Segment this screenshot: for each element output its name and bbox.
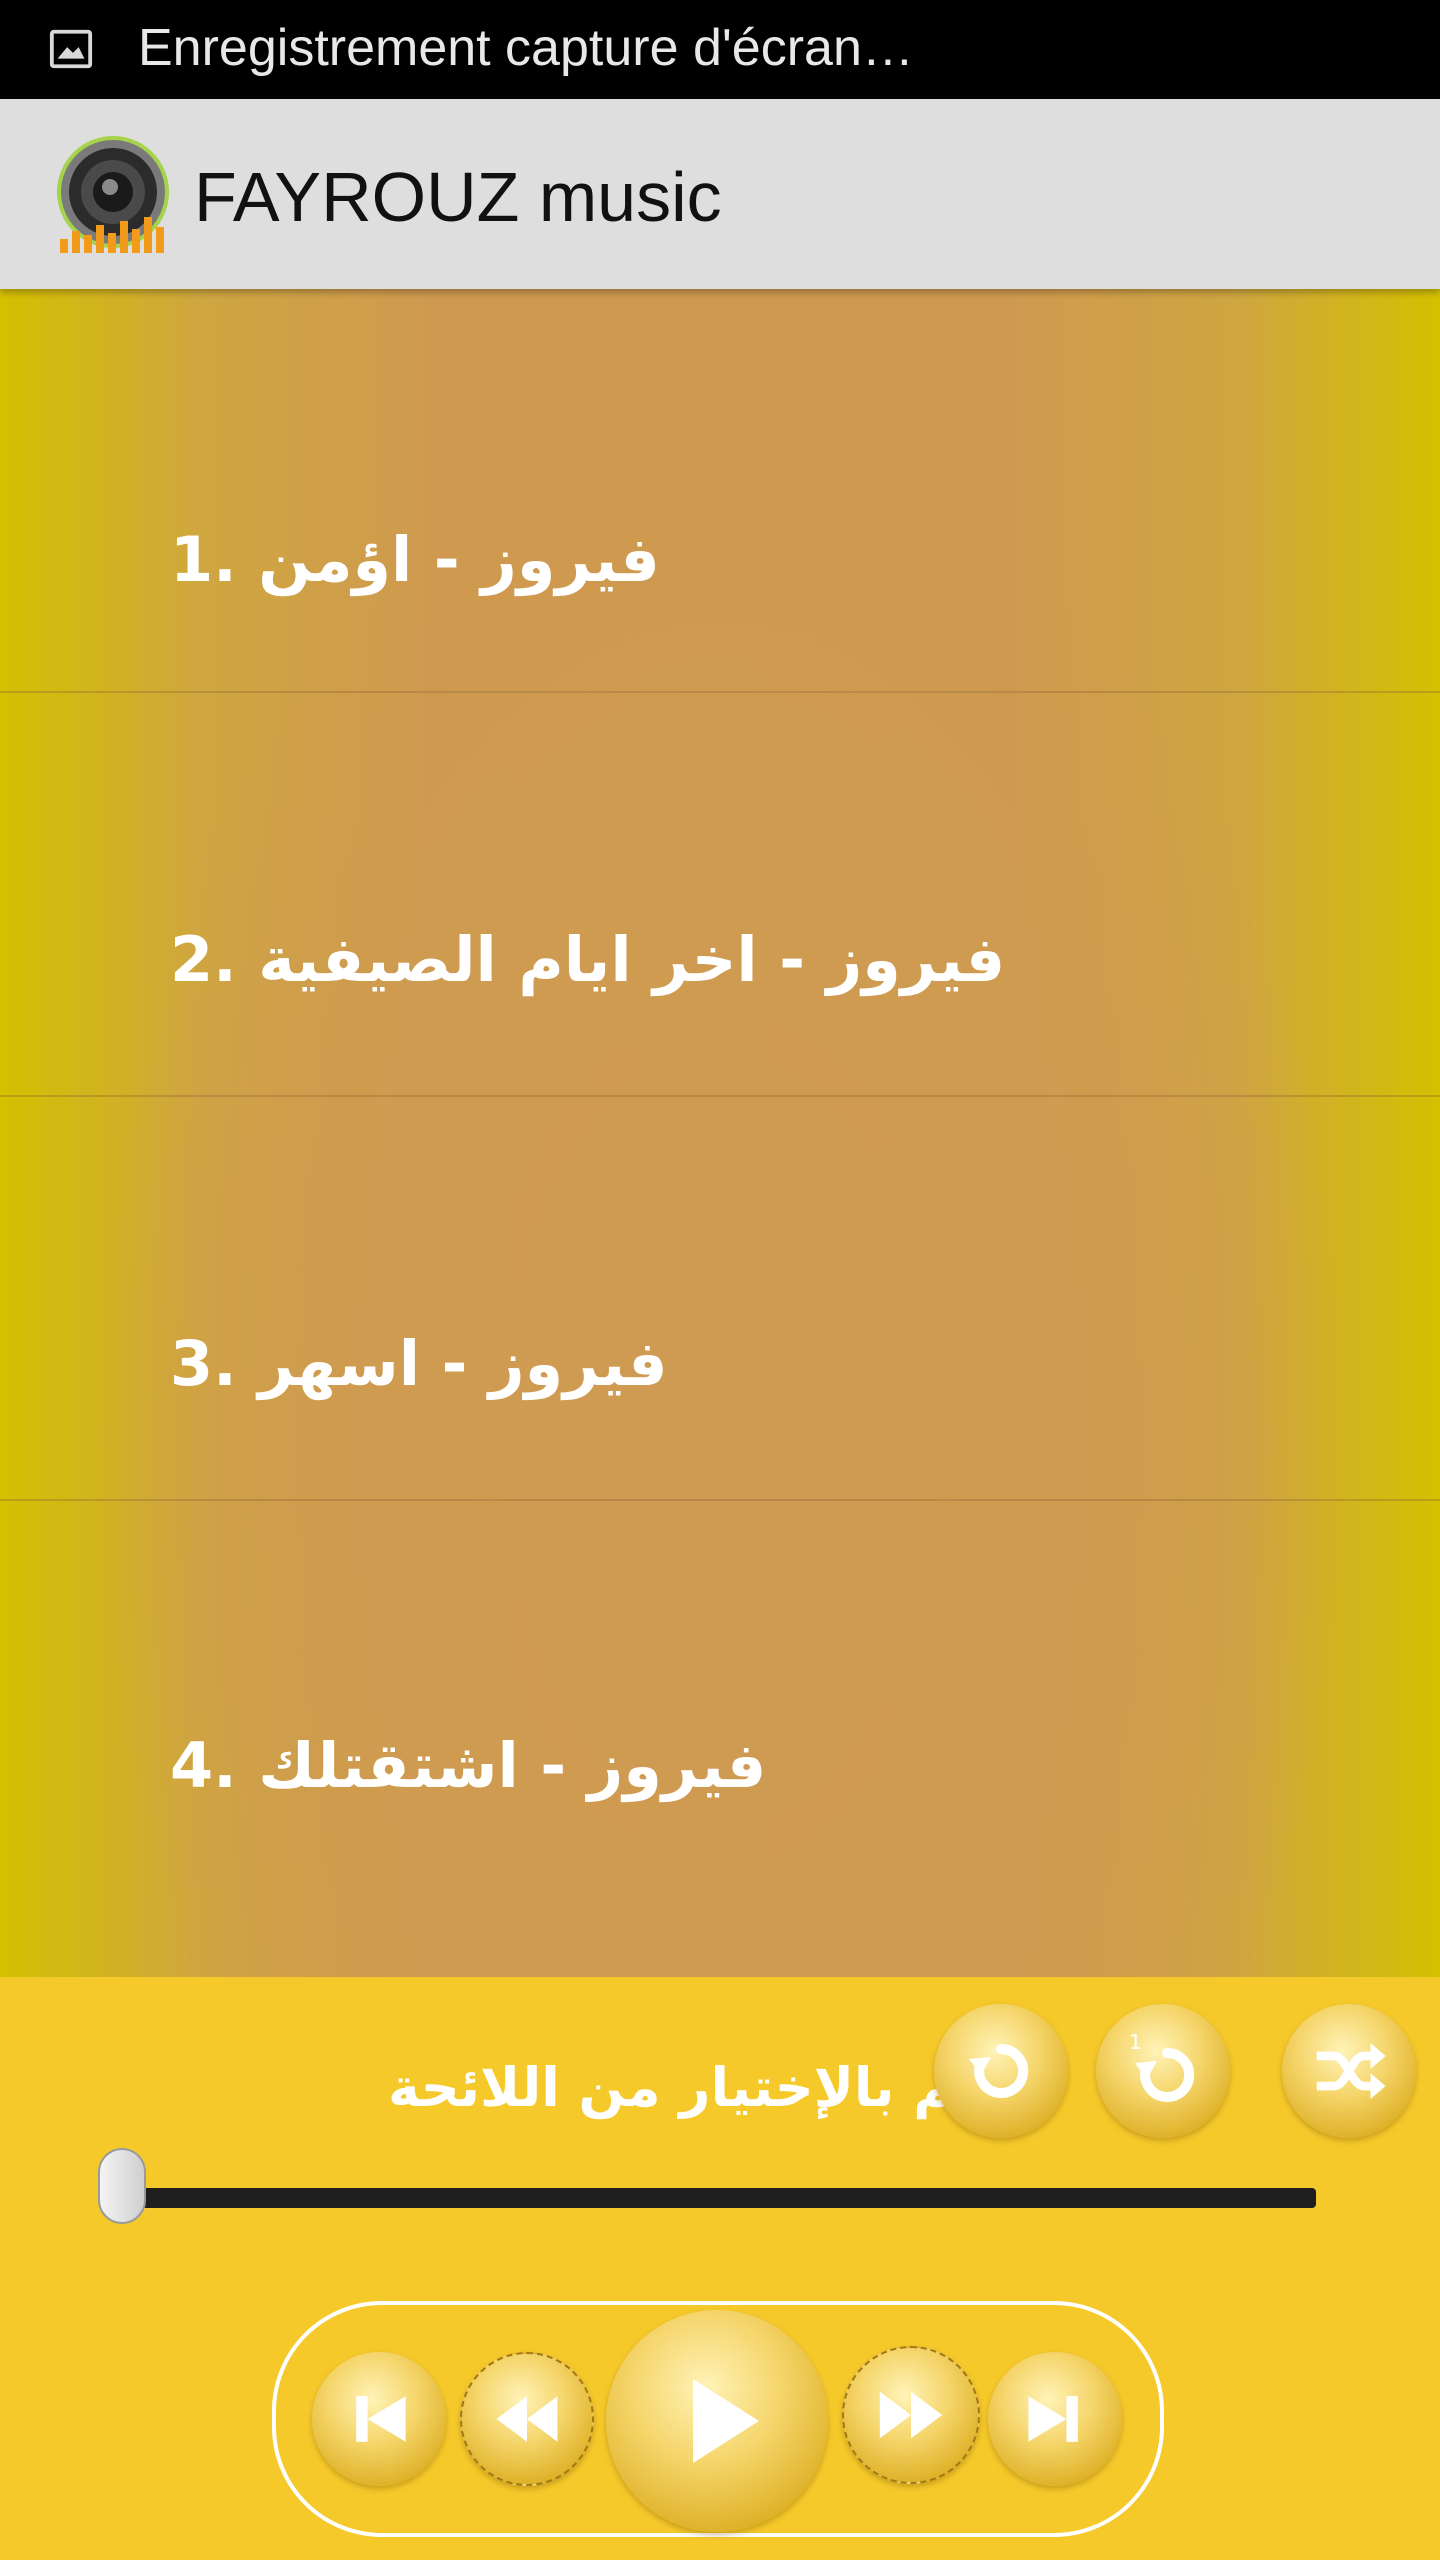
repeat-button[interactable] [934, 2004, 1068, 2138]
playlist: 1. فيروز - اؤمن 2. فيروز - اخر ايام الصي… [0, 289, 1440, 1977]
skip-next-button[interactable] [988, 2352, 1122, 2486]
play-icon [693, 2379, 759, 2463]
rewind-button[interactable] [460, 2352, 594, 2486]
playlist-item-label: 3. فيروز - اسهر [170, 1327, 668, 1400]
status-notification-text: Enregistrement capture d'écran… [138, 19, 914, 77]
app-bar: FAYROUZ music [0, 99, 1440, 289]
skip-previous-icon [356, 2396, 406, 2442]
repeat-one-icon: 1 [1129, 2031, 1195, 2102]
skip-previous-button[interactable] [312, 2352, 446, 2486]
image-icon [49, 29, 93, 69]
svg-text:1: 1 [1129, 2031, 1142, 2054]
shuffle-icon [1316, 2043, 1386, 2099]
playlist-item-label: 1. فيروز - اؤمن [170, 523, 660, 596]
playlist-item[interactable]: 3. فيروز - اسهر [0, 1097, 1440, 1501]
playlist-item-label: 4. فيروز - اشتقتلك [170, 1729, 767, 1802]
speaker-icon [57, 136, 169, 253]
repeat-icon [969, 2043, 1029, 2098]
rewind-icon [496, 2396, 558, 2442]
playlist-item[interactable]: 1. فيروز - اؤمن [0, 289, 1440, 693]
fast-forward-icon [879, 2391, 943, 2439]
play-button[interactable] [606, 2310, 828, 2532]
seek-thumb[interactable] [98, 2148, 146, 2224]
skip-next-icon [1028, 2396, 1078, 2442]
playlist-item[interactable]: 4. فيروز - اشتقتلك [0, 1501, 1440, 1903]
app-title: FAYROUZ music [194, 158, 722, 236]
playlist-item[interactable]: 2. فيروز - اخر ايام الصيفية [0, 693, 1440, 1097]
playlist-item-label: 2. فيروز - اخر ايام الصيفية [170, 923, 1006, 996]
shuffle-button[interactable] [1282, 2004, 1416, 2138]
seek-bar[interactable] [118, 2188, 1316, 2208]
now-playing-text: قم بالإختيار من اللائحة [388, 2056, 991, 2119]
repeat-one-button[interactable]: 1 [1096, 2004, 1230, 2138]
status-bar: Enregistrement capture d'écran… [0, 0, 1440, 99]
fast-forward-button[interactable] [842, 2346, 980, 2484]
